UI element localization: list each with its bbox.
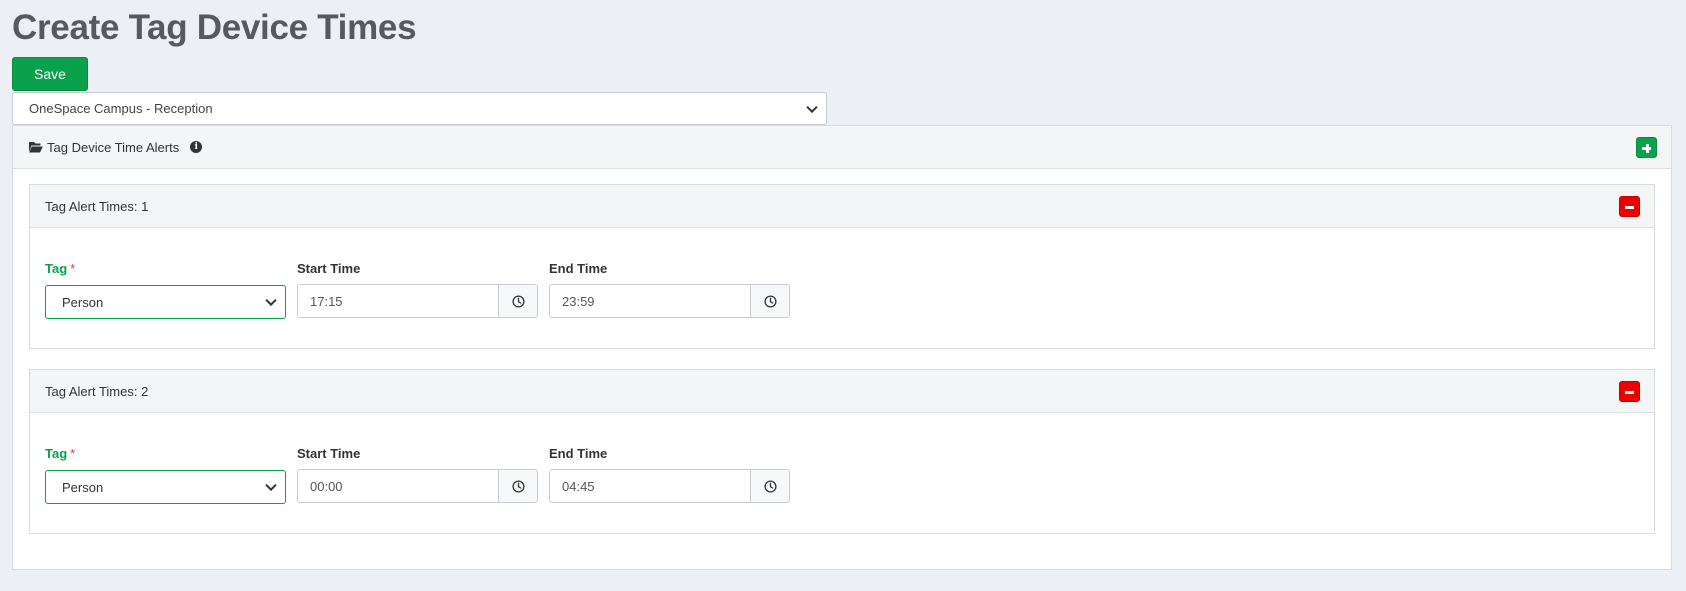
chevron-down-icon xyxy=(265,294,277,307)
location-select-value: OneSpace Campus - Reception xyxy=(29,101,213,116)
folder-open-icon xyxy=(29,142,43,153)
alert-block: Tag Alert Times: 1 Tag * Start Time End T… xyxy=(29,184,1655,349)
panel-title: Tag Device Time Alerts xyxy=(47,139,180,155)
start-time-input[interactable]: 00:00 xyxy=(297,469,500,503)
location-select[interactable]: OneSpace Campus - Reception xyxy=(12,92,827,125)
chevron-down-icon xyxy=(806,101,818,113)
alert-block: Tag Alert Times: 2 Tag * Start Time End T… xyxy=(29,369,1655,534)
alert-block-title: Tag Alert Times: 1 xyxy=(45,198,149,214)
required-mark: * xyxy=(70,446,76,461)
page-title: Create Tag Device Times xyxy=(12,8,417,47)
clock-icon xyxy=(512,294,525,308)
chevron-down-icon xyxy=(265,479,277,492)
add-alert-button[interactable] xyxy=(1636,137,1657,158)
save-button[interactable]: Save xyxy=(12,57,88,91)
required-mark: * xyxy=(70,261,76,276)
tag-select[interactable]: Person xyxy=(45,285,286,319)
tag-select[interactable]: Person xyxy=(45,470,286,504)
info-icon[interactable]: i xyxy=(190,141,203,153)
start-time-picker-button[interactable] xyxy=(499,469,538,503)
start-time-picker-button[interactable] xyxy=(499,284,538,318)
start-time-input[interactable]: 17:15 xyxy=(297,284,500,318)
clock-icon xyxy=(764,294,777,308)
end-time-group: 04:45 xyxy=(549,469,790,503)
end-time-input[interactable]: 04:45 xyxy=(549,469,752,503)
end-time-picker-button[interactable] xyxy=(751,284,790,318)
tag-device-time-alerts-panel: Tag Device Time Alerts i Tag Alert Times… xyxy=(12,125,1672,570)
tag-select-value: Person xyxy=(62,479,104,495)
remove-alert-button[interactable] xyxy=(1619,381,1640,402)
end-time-label: End Time xyxy=(549,446,608,461)
alert-block-header: Tag Alert Times: 1 xyxy=(30,185,1654,228)
tag-label: Tag * xyxy=(45,446,76,461)
start-time-group: 00:00 xyxy=(297,469,538,503)
start-time-group: 17:15 xyxy=(297,284,538,318)
clock-icon xyxy=(512,479,525,493)
end-time-input[interactable]: 23:59 xyxy=(549,284,752,318)
end-time-group: 23:59 xyxy=(549,284,790,318)
tag-label: Tag * xyxy=(45,261,76,276)
start-time-label: Start Time xyxy=(297,446,361,461)
end-time-picker-button[interactable] xyxy=(751,469,790,503)
clock-icon xyxy=(764,479,777,493)
tag-select-value: Person xyxy=(62,294,104,310)
remove-alert-button[interactable] xyxy=(1619,196,1640,217)
panel-header: Tag Device Time Alerts i xyxy=(13,126,1671,169)
alert-block-header: Tag Alert Times: 2 xyxy=(30,370,1654,413)
alert-block-title: Tag Alert Times: 2 xyxy=(45,383,149,399)
start-time-label: Start Time xyxy=(297,261,361,276)
end-time-label: End Time xyxy=(549,261,608,276)
